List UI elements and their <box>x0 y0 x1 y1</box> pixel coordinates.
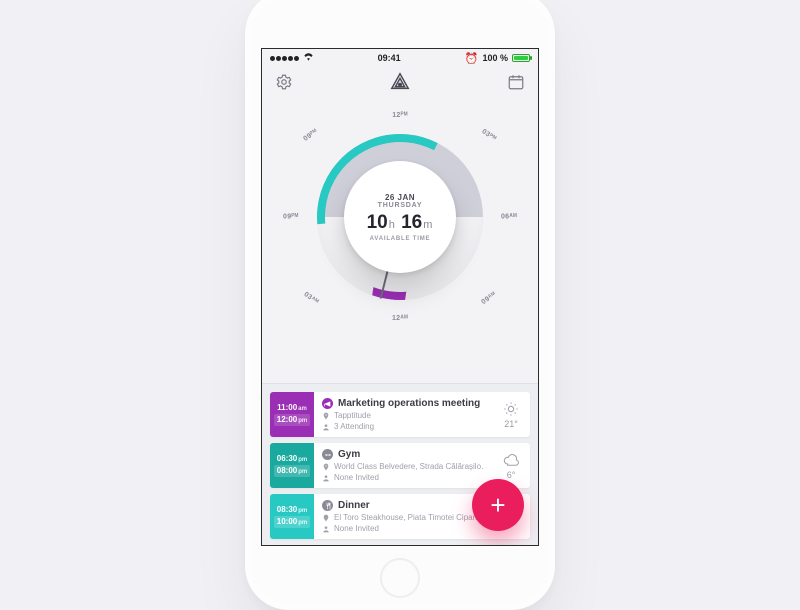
person-icon <box>322 474 330 482</box>
event-time-chip: 11:00am 12:00pm <box>270 392 314 437</box>
availability-dial[interactable]: 26 JAN THURSDAY 10h 16m AVAILABLE TIME 1… <box>262 97 538 337</box>
event-location: World Class Belvedere, Strada Călărașilo… <box>334 462 484 471</box>
add-event-button[interactable]: + <box>472 479 524 531</box>
dial-date: 26 JAN <box>385 193 415 202</box>
event-attendees: 3 Attending <box>334 422 374 431</box>
event-card[interactable]: 11:00am 12:00pm Marketing operations mee… <box>270 392 530 437</box>
dial-hours: 10 <box>367 212 388 233</box>
pin-icon <box>322 463 330 471</box>
app-screen: 09:41 ⏰ 100 % <box>261 48 539 546</box>
tick-03am: 03ᴬᴹ <box>302 291 319 306</box>
pin-icon <box>322 412 330 420</box>
plus-icon: + <box>490 490 505 521</box>
settings-button[interactable] <box>274 72 294 92</box>
dial-available-label: AVAILABLE TIME <box>370 236 431 242</box>
person-icon <box>322 525 330 533</box>
dial-available-time: 10h 16m <box>367 212 434 234</box>
status-left <box>270 52 314 64</box>
event-time-chip: 06:30pm 08:00pm <box>270 443 314 488</box>
marketing-icon <box>322 398 333 409</box>
event-time-chip: 08:30pm 10:00pm <box>270 494 314 539</box>
tick-12pm: 12ᴾᴹ <box>392 112 408 119</box>
gear-icon <box>275 73 293 91</box>
calendar-icon <box>507 73 525 91</box>
event-location: El Toro Steakhouse, Piata Timotei Cipari… <box>334 513 485 522</box>
tick-06am: 06ᴬᴹ <box>501 214 517 221</box>
event-attendees: None Invited <box>334 473 379 482</box>
sun-icon <box>503 401 519 417</box>
event-attendees: None Invited <box>334 524 379 533</box>
event-temp: 6° <box>507 470 516 480</box>
tick-12am: 12ᴬᴹ <box>392 315 408 322</box>
calendar-button[interactable] <box>506 72 526 92</box>
cloud-icon <box>503 452 519 468</box>
event-location: Tapptitude <box>334 411 371 420</box>
wifi-icon <box>303 53 314 64</box>
dinner-icon <box>322 500 333 511</box>
event-title: Dinner <box>338 500 370 511</box>
tick-03pm: 03ᴾᴹ <box>481 128 498 143</box>
pin-icon <box>322 514 330 522</box>
battery-icon <box>512 54 530 62</box>
app-header <box>262 67 538 97</box>
status-bar: 09:41 ⏰ 100 % <box>262 49 538 67</box>
event-weather: 21° <box>492 392 530 437</box>
home-button[interactable] <box>380 558 420 598</box>
event-title: Gym <box>338 449 360 460</box>
signal-dots-icon <box>270 53 300 63</box>
person-icon <box>322 423 330 431</box>
event-temp: 21° <box>504 419 518 429</box>
gym-icon <box>322 449 333 460</box>
tick-09am: 09ᴬᴹ <box>480 291 497 306</box>
dial-minutes: 16 <box>401 212 422 233</box>
status-time: 09:41 <box>378 53 401 63</box>
battery-pct: 100 % <box>482 53 508 63</box>
tick-09pm: 09ᴾᴹ <box>302 128 319 143</box>
dial-hub: 26 JAN THURSDAY 10h 16m AVAILABLE TIME <box>344 161 456 273</box>
alarm-icon: ⏰ <box>465 52 479 65</box>
dial-dayofweek: THURSDAY <box>378 202 423 209</box>
tick-06pm: 09ᴾᴹ <box>283 214 299 221</box>
phone-frame: 09:41 ⏰ 100 % <box>245 0 555 610</box>
app-logo-icon <box>389 71 411 93</box>
event-title: Marketing operations meeting <box>338 398 480 409</box>
status-right: ⏰ 100 % <box>465 52 530 65</box>
